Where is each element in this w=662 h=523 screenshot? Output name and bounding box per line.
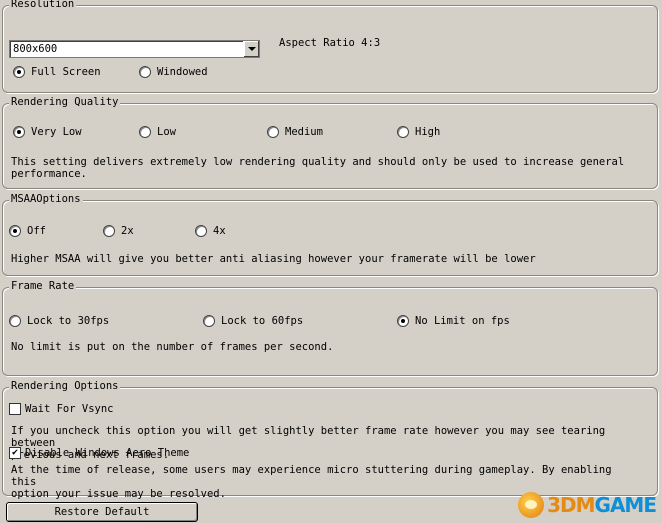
settings-dialog: Resolution 800x600 Aspect Ratio 4:3 Full… (0, 0, 662, 523)
checkbox-label: Wait For Vsync (25, 403, 114, 415)
radio-low[interactable]: Low (139, 126, 176, 138)
watermark-suffix: GAME (594, 493, 657, 517)
radio-medium[interactable]: Medium (267, 126, 323, 138)
radio-lock-30fps[interactable]: Lock to 30fps (9, 315, 109, 327)
checkbox-wait-vsync[interactable]: Wait For Vsync (9, 403, 114, 415)
radio-label: No Limit on fps (415, 315, 510, 327)
dragon-logo-icon (518, 492, 545, 518)
radio-indicator[interactable] (139, 126, 151, 138)
radio-full-screen[interactable]: Full Screen (13, 66, 101, 78)
radio-label: Lock to 30fps (27, 315, 110, 327)
radio-indicator[interactable] (139, 66, 151, 78)
radio-indicator[interactable] (9, 315, 21, 327)
quality-description: This setting delivers extremely low rend… (11, 156, 625, 180)
msaa-group: MSAAOptions Off 2x 4x Higher MSAA will g… (2, 193, 658, 276)
msaa-description: Higher MSAA will give you better anti al… (11, 253, 536, 265)
radio-indicator[interactable] (397, 315, 409, 327)
rendering-options-group: Rendering Options Wait For Vsync If you … (2, 380, 658, 500)
watermark-prefix: 3DM (547, 493, 595, 517)
checkbox-label: Disable Windows Aero Theme (25, 447, 190, 459)
radio-label: Full Screen (31, 66, 101, 78)
resolution-group: Resolution 800x600 Aspect Ratio 4:3 Full… (2, 0, 658, 93)
radio-indicator[interactable] (13, 66, 25, 78)
radio-msaa-off[interactable]: Off (9, 225, 46, 237)
resolution-select[interactable]: 800x600 (9, 40, 260, 58)
radio-label: Low (157, 126, 176, 138)
radio-indicator[interactable] (267, 126, 279, 138)
frame-rate-legend: Frame Rate (9, 280, 77, 292)
checkbox-box[interactable] (9, 403, 21, 415)
resolution-select-value: 800x600 (13, 43, 58, 55)
rendering-quality-group: Rendering Quality Very Low Low Medium Hi… (2, 96, 658, 189)
frame-rate-description: No limit is put on the number of frames … (11, 341, 334, 353)
chevron-down-icon[interactable] (243, 41, 259, 57)
aspect-ratio-label: Aspect Ratio 4:3 (279, 37, 381, 49)
rendering-options-legend: Rendering Options (9, 380, 121, 392)
resolution-legend: Resolution (9, 0, 77, 10)
radio-high[interactable]: High (397, 126, 440, 138)
checkbox-disable-aero[interactable]: ✔ Disable Windows Aero Theme (9, 447, 189, 459)
checkmark-icon[interactable]: ✔ (9, 447, 21, 459)
radio-msaa-4x[interactable]: 4x (195, 225, 226, 237)
watermark-logo: 3DM GAME (518, 492, 657, 518)
radio-indicator[interactable] (397, 126, 409, 138)
frame-rate-group: Frame Rate Lock to 30fps Lock to 60fps N… (2, 280, 658, 376)
restore-default-button[interactable]: Restore Default (6, 502, 198, 522)
radio-indicator[interactable] (9, 225, 21, 237)
radio-label: Very Low (31, 126, 82, 138)
radio-no-limit[interactable]: No Limit on fps (397, 315, 510, 327)
radio-label: Lock to 60fps (221, 315, 304, 327)
radio-label: High (415, 126, 441, 138)
radio-very-low[interactable]: Very Low (13, 126, 82, 138)
radio-indicator[interactable] (103, 225, 115, 237)
radio-label: Medium (285, 126, 323, 138)
radio-label: Windowed (157, 66, 208, 78)
radio-indicator[interactable] (13, 126, 25, 138)
rendering-quality-legend: Rendering Quality (9, 96, 121, 108)
radio-msaa-2x[interactable]: 2x (103, 225, 134, 237)
radio-label: Off (27, 225, 46, 237)
radio-indicator[interactable] (203, 315, 215, 327)
radio-label: 4x (213, 225, 226, 237)
radio-lock-60fps[interactable]: Lock to 60fps (203, 315, 303, 327)
radio-windowed[interactable]: Windowed (139, 66, 208, 78)
msaa-legend: MSAAOptions (9, 193, 83, 205)
radio-label: 2x (121, 225, 134, 237)
radio-indicator[interactable] (195, 225, 207, 237)
